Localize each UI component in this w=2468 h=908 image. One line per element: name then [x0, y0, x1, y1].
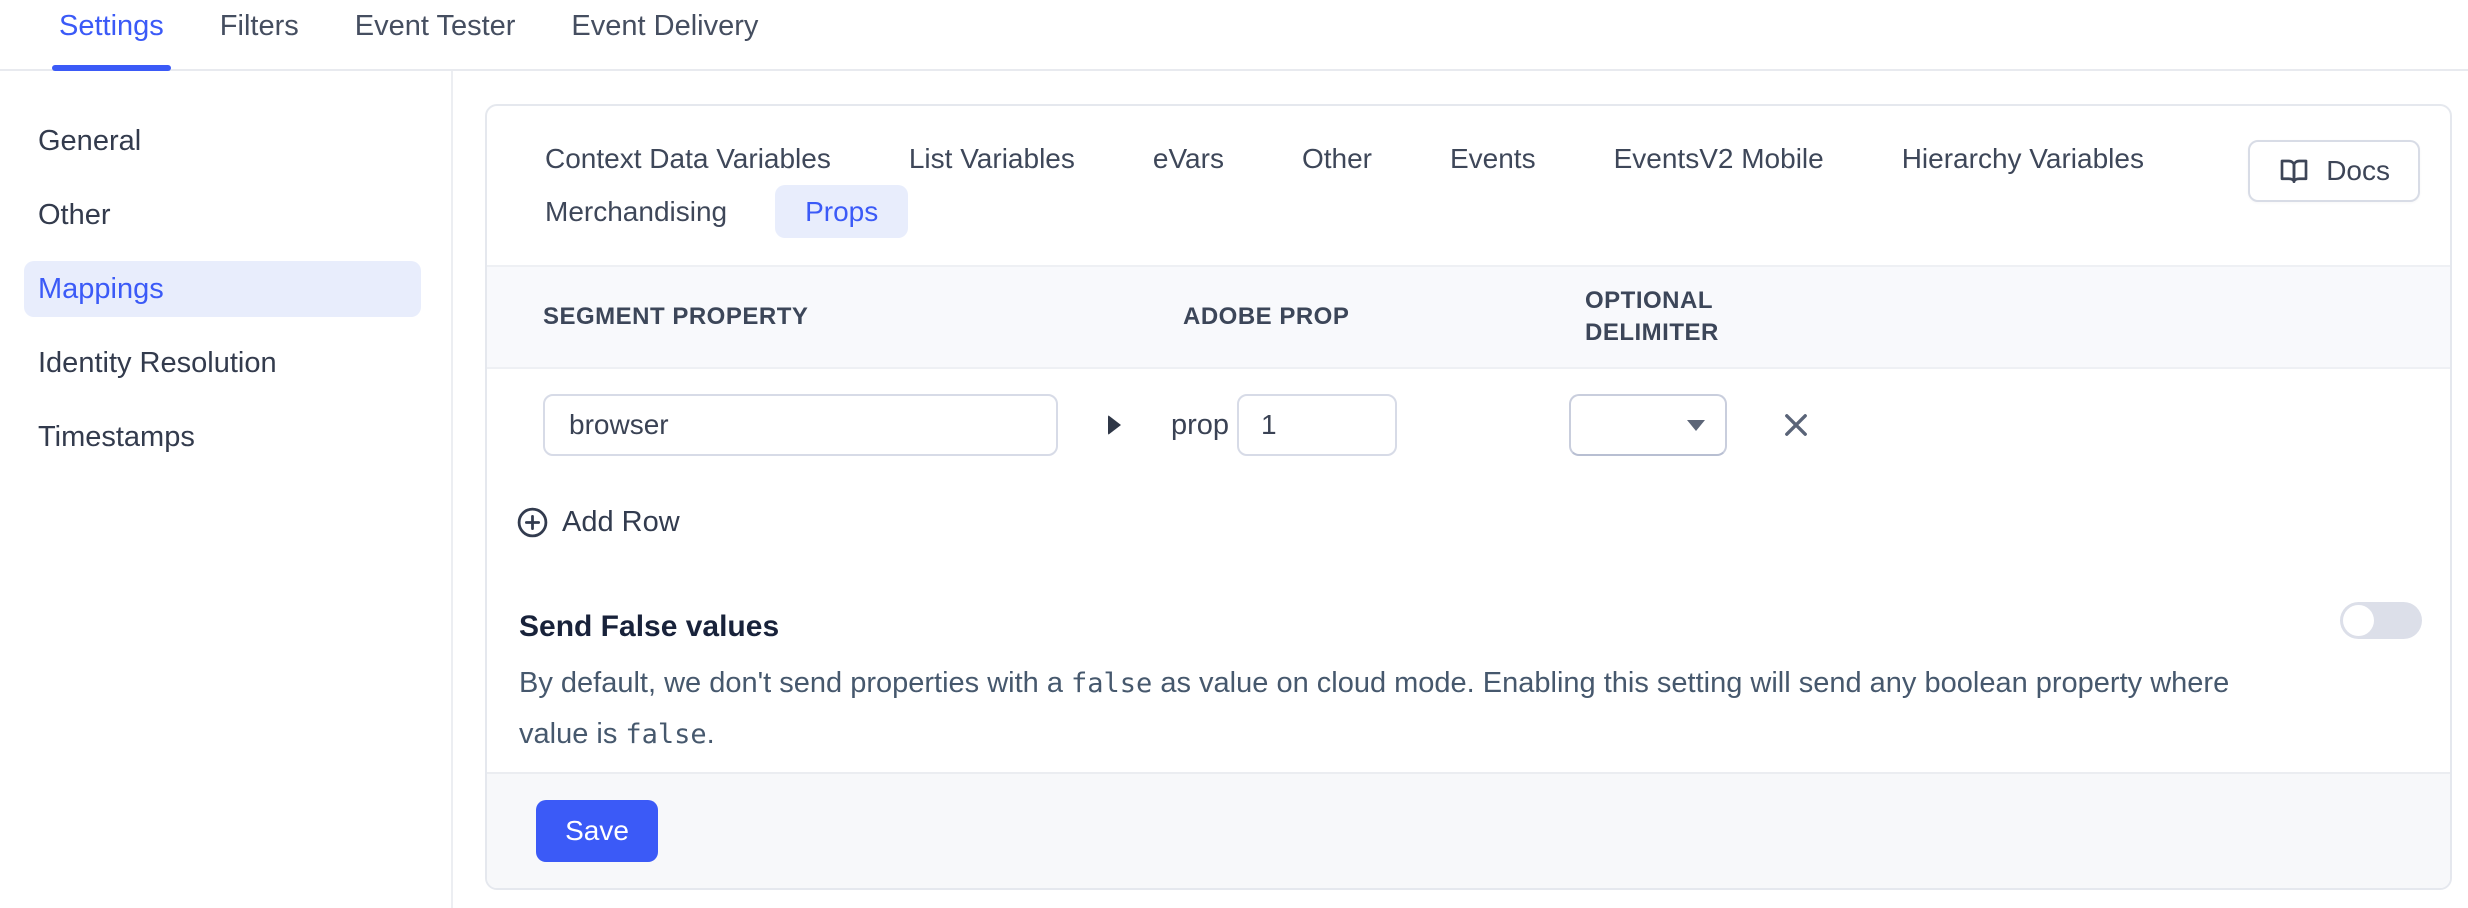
- nav-tab-event-delivery[interactable]: Event Delivery: [568, 0, 761, 69]
- sidebar-item-mappings[interactable]: Mappings: [24, 261, 421, 317]
- tab-list-variables[interactable]: List Variables: [909, 132, 1075, 185]
- settings-page: Settings Filters Event Tester Event Deli…: [0, 0, 2468, 908]
- sidebar-item-timestamps[interactable]: Timestamps: [0, 409, 451, 465]
- docs-button[interactable]: Docs: [2248, 140, 2420, 202]
- tab-hierarchy-variables[interactable]: Hierarchy Variables: [1902, 132, 2144, 185]
- sidebar-item-general[interactable]: General: [0, 113, 451, 169]
- docs-button-label: Docs: [2326, 155, 2390, 187]
- save-button[interactable]: Save: [536, 800, 658, 862]
- adobe-prop-number-input[interactable]: [1237, 394, 1397, 456]
- code-false: false: [625, 719, 706, 750]
- nav-tab-settings[interactable]: Settings: [56, 0, 167, 69]
- column-header-adobe-prop: ADOBE PROP: [1183, 303, 1585, 331]
- column-header-segment-property: SEGMENT PROPERTY: [543, 303, 1183, 331]
- add-row-button[interactable]: Add Row: [515, 505, 680, 540]
- adobe-prop-prefix-label: prop: [1171, 409, 1229, 442]
- tab-merchandising[interactable]: Merchandising: [545, 185, 727, 238]
- panel-footer: Save: [487, 772, 2450, 888]
- tab-evars[interactable]: eVars: [1153, 132, 1224, 185]
- sidebar-item-identity-resolution[interactable]: Identity Resolution: [0, 335, 451, 391]
- settings-sidebar: General Other Mappings Identity Resoluti…: [0, 71, 453, 908]
- send-false-section: Send False values By default, we don't s…: [519, 610, 2250, 760]
- mapping-row: prop: [487, 393, 2450, 457]
- caret-down-icon: [1687, 420, 1705, 431]
- remove-row-button[interactable]: [1779, 408, 1813, 442]
- toggle-knob: [2343, 605, 2374, 636]
- variable-tabs: Context Data Variables List Variables eV…: [487, 106, 2450, 238]
- delimiter-select[interactable]: [1569, 394, 1727, 456]
- segment-property-input[interactable]: [543, 394, 1058, 456]
- sidebar-item-other[interactable]: Other: [0, 187, 451, 243]
- arrow-right-icon: [1108, 415, 1121, 435]
- nav-tab-event-tester[interactable]: Event Tester: [352, 0, 519, 69]
- send-false-toggle[interactable]: [2340, 602, 2422, 639]
- tab-events[interactable]: Events: [1450, 132, 1536, 185]
- add-row-label: Add Row: [562, 506, 680, 539]
- send-false-title: Send False values: [519, 610, 2250, 644]
- column-header-optional-delimiter: OPTIONAL DELIMITER: [1585, 285, 1765, 349]
- tab-props[interactable]: Props: [775, 185, 908, 238]
- plus-circle-icon: [515, 505, 550, 540]
- mappings-panel: Context Data Variables List Variables eV…: [485, 104, 2452, 890]
- top-nav: Settings Filters Event Tester Event Deli…: [0, 0, 2468, 71]
- nav-tab-filters[interactable]: Filters: [217, 0, 302, 69]
- book-icon: [2278, 155, 2310, 187]
- code-false: false: [1071, 668, 1152, 699]
- send-false-description: By default, we don't send properties wit…: [519, 658, 2250, 760]
- tab-eventsv2-mobile[interactable]: EventsV2 Mobile: [1614, 132, 1824, 185]
- mapping-table-header: SEGMENT PROPERTY ADOBE PROP OPTIONAL DEL…: [487, 265, 2450, 369]
- tab-other[interactable]: Other: [1302, 132, 1372, 185]
- tab-context-data-variables[interactable]: Context Data Variables: [545, 132, 831, 185]
